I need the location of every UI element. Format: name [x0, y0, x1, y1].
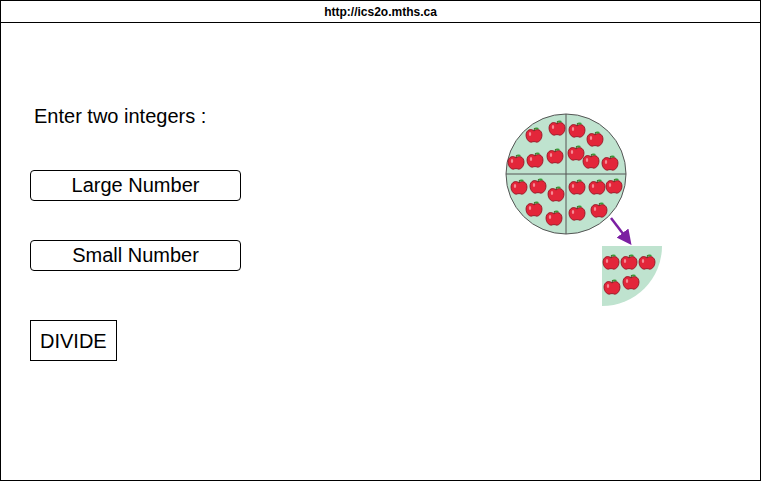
large-number-input[interactable] — [30, 170, 241, 201]
url-text: http://ics2o.mths.ca — [324, 6, 437, 18]
page-content: Enter two integers : DIVIDE — [1, 23, 760, 480]
apple-division-icon — [501, 110, 671, 310]
form-column: Enter two integers : DIVIDE — [1, 23, 271, 480]
address-bar: http://ics2o.mths.ca — [1, 1, 760, 23]
browser-window: http://ics2o.mths.ca Enter two integers … — [0, 0, 761, 481]
illustration-area — [501, 110, 671, 480]
small-number-input[interactable] — [30, 240, 241, 271]
prompt-label: Enter two integers : — [30, 104, 271, 128]
divide-button[interactable]: DIVIDE — [30, 320, 117, 361]
